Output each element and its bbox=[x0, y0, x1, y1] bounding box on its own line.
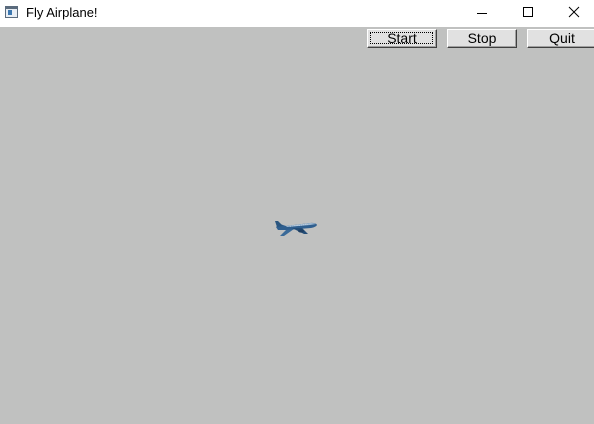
app-window: Fly Airplane! Start Stop Quit bbox=[0, 0, 594, 424]
start-button-label: Start bbox=[387, 30, 417, 46]
start-button[interactable]: Start bbox=[367, 29, 437, 48]
minimize-button[interactable] bbox=[459, 0, 505, 27]
window-title: Fly Airplane! bbox=[26, 5, 98, 20]
stop-button[interactable]: Stop bbox=[447, 29, 517, 48]
quit-button[interactable]: Quit bbox=[527, 29, 594, 48]
minimize-icon bbox=[477, 13, 487, 14]
title-bar: Fly Airplane! bbox=[0, 0, 594, 27]
app-window-icon bbox=[5, 6, 18, 18]
close-icon bbox=[568, 6, 580, 18]
close-button[interactable] bbox=[551, 0, 594, 27]
stop-button-label: Stop bbox=[467, 30, 497, 46]
maximize-button[interactable] bbox=[505, 0, 551, 27]
maximize-icon bbox=[523, 7, 533, 17]
quit-button-label: Quit bbox=[549, 30, 575, 46]
airplane-icon bbox=[275, 221, 317, 236]
